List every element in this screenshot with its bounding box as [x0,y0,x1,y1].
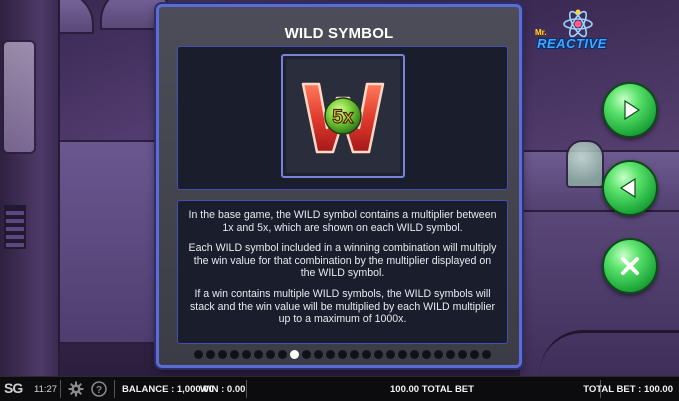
page-dot[interactable] [421,349,431,359]
page-title: WILD SYMBOL [284,25,394,42]
page-dot[interactable] [205,349,215,359]
help-icon: ? [91,381,107,397]
page-dot[interactable] [397,349,407,359]
page-dot[interactable] [445,349,455,359]
page-dot[interactable] [301,349,311,359]
back-arrow-icon [619,177,636,199]
divider [246,380,247,398]
help-button[interactable]: ? [91,381,107,400]
wild-symbol-frame: 5x [281,54,405,178]
page-dot[interactable] [349,349,359,359]
win-display: WIN : 0.00 [200,384,246,395]
background-wire [540,330,679,373]
background-jar [566,140,604,188]
background-machine-screen [2,40,36,154]
game-logo: Mr. REACTIVE [532,8,612,58]
close-button[interactable] [602,238,658,294]
page-dot[interactable] [457,349,467,359]
gear-icon [68,381,84,397]
clock-time: 11:27 [34,384,58,395]
status-bar: SG 11:27 ? BALANCE : 1,000.00 WIN : 0.00 [0,376,679,401]
settings-button[interactable] [68,381,84,400]
previous-page-button[interactable] [602,160,658,216]
page-dot[interactable] [325,349,335,359]
paytable-dialog: WILD SYMBOL 5x In the base game, the WIL… [156,4,522,368]
page-dot[interactable] [481,349,491,359]
next-page-button[interactable] [602,82,658,138]
page-indicator [189,348,495,360]
brand-logo: SG [4,380,23,396]
description-paragraph-3: If a win contains multiple WILD symbols,… [190,287,495,326]
page-dot[interactable] [361,349,371,359]
page-dot[interactable] [229,349,239,359]
page-dot[interactable] [313,349,323,359]
page-dot[interactable] [337,349,347,359]
logo-name: REACTIVE [537,36,607,51]
page-dot[interactable] [277,349,287,359]
svg-text:?: ? [96,385,102,396]
divider [60,380,61,398]
page-dot[interactable] [373,349,383,359]
page-dot[interactable] [265,349,275,359]
page-dot-active[interactable] [289,349,299,359]
page-dot[interactable] [433,349,443,359]
multiplier-label: 5x [332,107,354,128]
divider [114,380,115,398]
description-paragraph-1: In the base game, the WILD symbol contai… [188,209,497,234]
close-icon [621,257,639,275]
page-dot[interactable] [217,349,227,359]
symbol-display-box: 5x [177,46,508,190]
wild-symbol-icon: 5x [301,82,385,154]
page-dot[interactable] [193,349,203,359]
page-dot[interactable] [409,349,419,359]
page-dot[interactable] [253,349,263,359]
page-dot[interactable] [241,349,251,359]
play-arrow-icon [624,99,641,121]
page-dot[interactable] [469,349,479,359]
center-total-bet: 100.00 TOTAL BET [390,384,474,395]
page-dot[interactable] [385,349,395,359]
description-paragraph-2: Each WILD symbol included in a winning c… [188,242,497,280]
background-machine [0,0,60,376]
background-machine-grill [4,205,26,249]
total-bet-display: TOTAL BET : 100.00 [583,384,673,395]
description-box: In the base game, the WILD symbol contai… [177,200,508,344]
